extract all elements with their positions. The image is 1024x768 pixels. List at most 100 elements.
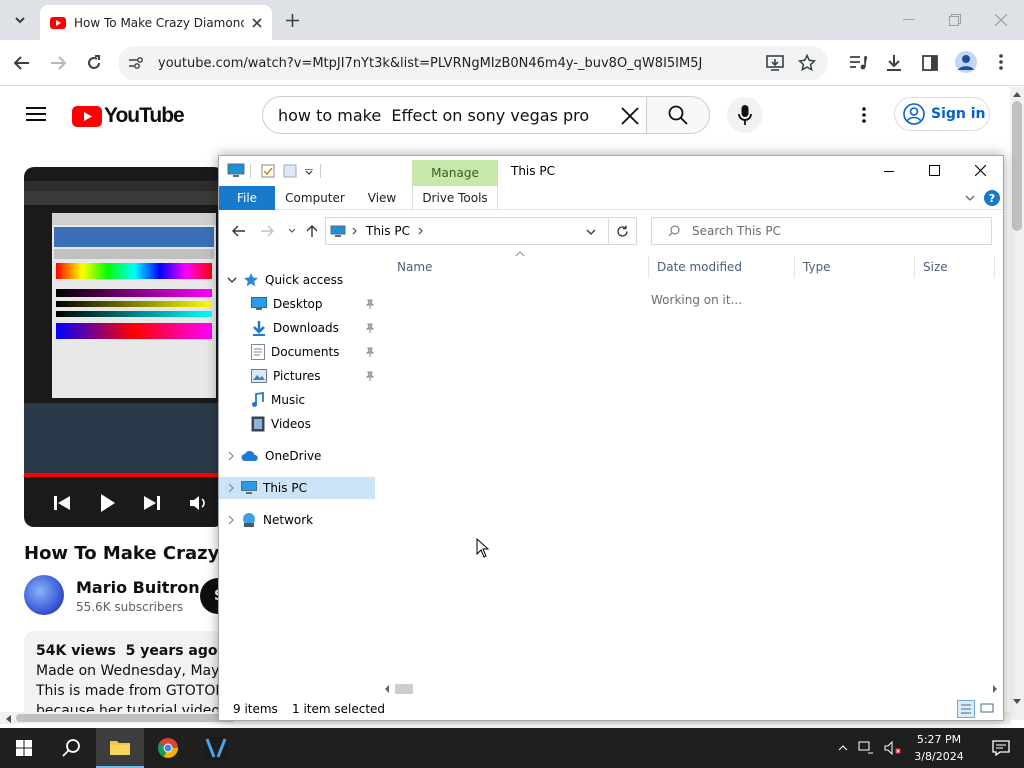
tab-file[interactable]: File (219, 186, 275, 210)
properties-icon[interactable] (261, 164, 275, 178)
previous-icon[interactable] (54, 495, 70, 511)
minimize-icon[interactable] (884, 171, 894, 172)
manage-context-tab[interactable]: Manage (412, 160, 498, 186)
nav-item-music[interactable]: Music (251, 389, 305, 411)
close-icon[interactable] (975, 165, 986, 176)
bookmark-star-icon[interactable] (798, 54, 816, 72)
close-window-icon[interactable] (995, 14, 1007, 26)
refresh-icon[interactable] (616, 225, 629, 238)
volume-icon[interactable] (190, 495, 208, 511)
tab-computer[interactable]: Computer (281, 186, 349, 210)
close-tab-icon[interactable] (252, 17, 262, 28)
scroll-thumb[interactable] (395, 684, 413, 694)
nav-item-videos[interactable]: Videos (251, 413, 311, 435)
channel-name[interactable]: Mario Buitron (76, 578, 200, 597)
next-icon[interactable] (144, 495, 160, 511)
address-bar[interactable]: youtube.com/watch?v=MtpJI7nYt3k&list=PLV… (118, 46, 828, 80)
page-scrollbar-vertical[interactable] (1010, 87, 1024, 720)
install-app-icon[interactable] (766, 55, 784, 71)
pin-icon[interactable] (365, 323, 375, 333)
scroll-left-arrow-icon[interactable] (384, 685, 390, 693)
settings-kebab-icon[interactable] (862, 107, 866, 123)
up-arrow-icon[interactable] (306, 224, 318, 238)
nav-item-downloads[interactable]: Downloads (251, 317, 377, 339)
restore-icon[interactable] (949, 14, 961, 26)
scroll-left-arrow-icon[interactable] (5, 715, 11, 723)
taskbar-vegas-app[interactable] (192, 728, 240, 768)
scroll-right-arrow-icon[interactable] (992, 685, 998, 693)
video-player[interactable] (24, 167, 224, 527)
help-icon[interactable]: ? (984, 190, 1000, 206)
nav-item-pictures[interactable]: Pictures (251, 365, 377, 387)
expanded-chevron-icon[interactable] (227, 276, 237, 284)
clear-search-icon[interactable] (621, 107, 639, 125)
taskbar-search-button[interactable] (48, 728, 96, 768)
back-arrow-icon[interactable] (14, 56, 30, 70)
column-header-type[interactable]: Type (795, 256, 915, 278)
notification-center[interactable] (978, 728, 1024, 768)
download-icon[interactable] (886, 54, 902, 72)
forward-arrow-icon[interactable] (50, 56, 66, 70)
customize-toolbar-icon[interactable] (305, 169, 313, 175)
maximize-icon[interactable] (929, 165, 940, 176)
profile-avatar[interactable] (955, 51, 977, 73)
tab-drive-tools[interactable]: Drive Tools (412, 186, 498, 210)
large-icons-view-button[interactable] (979, 700, 997, 718)
pin-icon[interactable] (365, 299, 375, 309)
back-arrow-icon[interactable] (232, 225, 246, 237)
taskbar-chrome[interactable] (144, 728, 192, 768)
collapsed-chevron-icon[interactable] (227, 451, 235, 461)
nav-item-network[interactable]: Network (227, 509, 313, 531)
media-control-icon[interactable] (849, 55, 867, 71)
reload-icon[interactable] (86, 55, 102, 71)
more-menu-icon[interactable] (999, 54, 1003, 70)
channel-avatar[interactable] (24, 575, 64, 615)
volume-muted-icon[interactable] (884, 741, 902, 755)
scroll-thumb[interactable] (1012, 101, 1022, 231)
youtube-search-button[interactable] (646, 96, 710, 134)
nav-item-documents[interactable]: Documents (251, 341, 377, 363)
show-hidden-icons-icon[interactable] (838, 745, 848, 751)
column-header-name[interactable]: Name (389, 256, 649, 278)
collapsed-chevron-icon[interactable] (227, 515, 235, 525)
address-bar[interactable]: This PC (325, 217, 637, 245)
network-status-icon[interactable] (858, 741, 874, 755)
pin-icon[interactable] (365, 347, 375, 357)
chevron-right-icon[interactable] (418, 227, 424, 235)
taskbar-file-explorer[interactable] (96, 728, 144, 768)
minimize-icon[interactable] (903, 19, 915, 21)
column-header-date-modified[interactable]: Date modified (649, 256, 795, 278)
scroll-thumb[interactable] (16, 714, 236, 722)
sign-in-button[interactable]: Sign in (894, 97, 990, 131)
scroll-down-arrow-icon[interactable] (1013, 699, 1021, 705)
nav-item-desktop[interactable]: Desktop (251, 293, 377, 315)
new-folder-icon[interactable] (283, 164, 297, 178)
voice-search-button[interactable] (727, 97, 763, 133)
expand-ribbon-icon[interactable] (965, 195, 975, 201)
nav-item-quick-access[interactable]: Quick access (227, 269, 343, 291)
youtube-logo[interactable]: YouTube (72, 104, 185, 128)
nav-item-this-pc[interactable]: This PC (219, 477, 375, 499)
new-tab-button[interactable] (282, 10, 302, 30)
play-icon[interactable] (101, 494, 115, 512)
column-header-size[interactable]: Size (915, 256, 995, 278)
content-scrollbar[interactable] (381, 682, 1001, 696)
forward-arrow-icon[interactable] (260, 225, 274, 237)
collapsed-chevron-icon[interactable] (227, 483, 235, 493)
details-view-button[interactable] (957, 700, 975, 718)
recent-locations-icon[interactable] (288, 228, 296, 233)
site-info-icon[interactable] (128, 56, 144, 70)
address-dropdown-icon[interactable] (586, 229, 596, 235)
tab-search-button[interactable] (8, 8, 32, 32)
search-this-pc-input[interactable]: Search This PC (651, 217, 992, 245)
clock[interactable]: 5:27 PM 3/8/2024 (910, 731, 968, 765)
browser-tab[interactable]: How To Make Crazy Diamond C (40, 5, 272, 40)
scroll-up-arrow-icon[interactable] (1013, 91, 1021, 97)
progress-bar[interactable] (24, 473, 224, 477)
side-panel-icon[interactable] (922, 55, 938, 71)
youtube-search-input[interactable]: how to make Effect on sony vegas pro (262, 96, 646, 134)
hamburger-menu-icon[interactable] (26, 106, 46, 122)
tab-view[interactable]: View (359, 186, 405, 210)
nav-item-onedrive[interactable]: OneDrive (227, 445, 321, 467)
pin-icon[interactable] (365, 371, 375, 381)
